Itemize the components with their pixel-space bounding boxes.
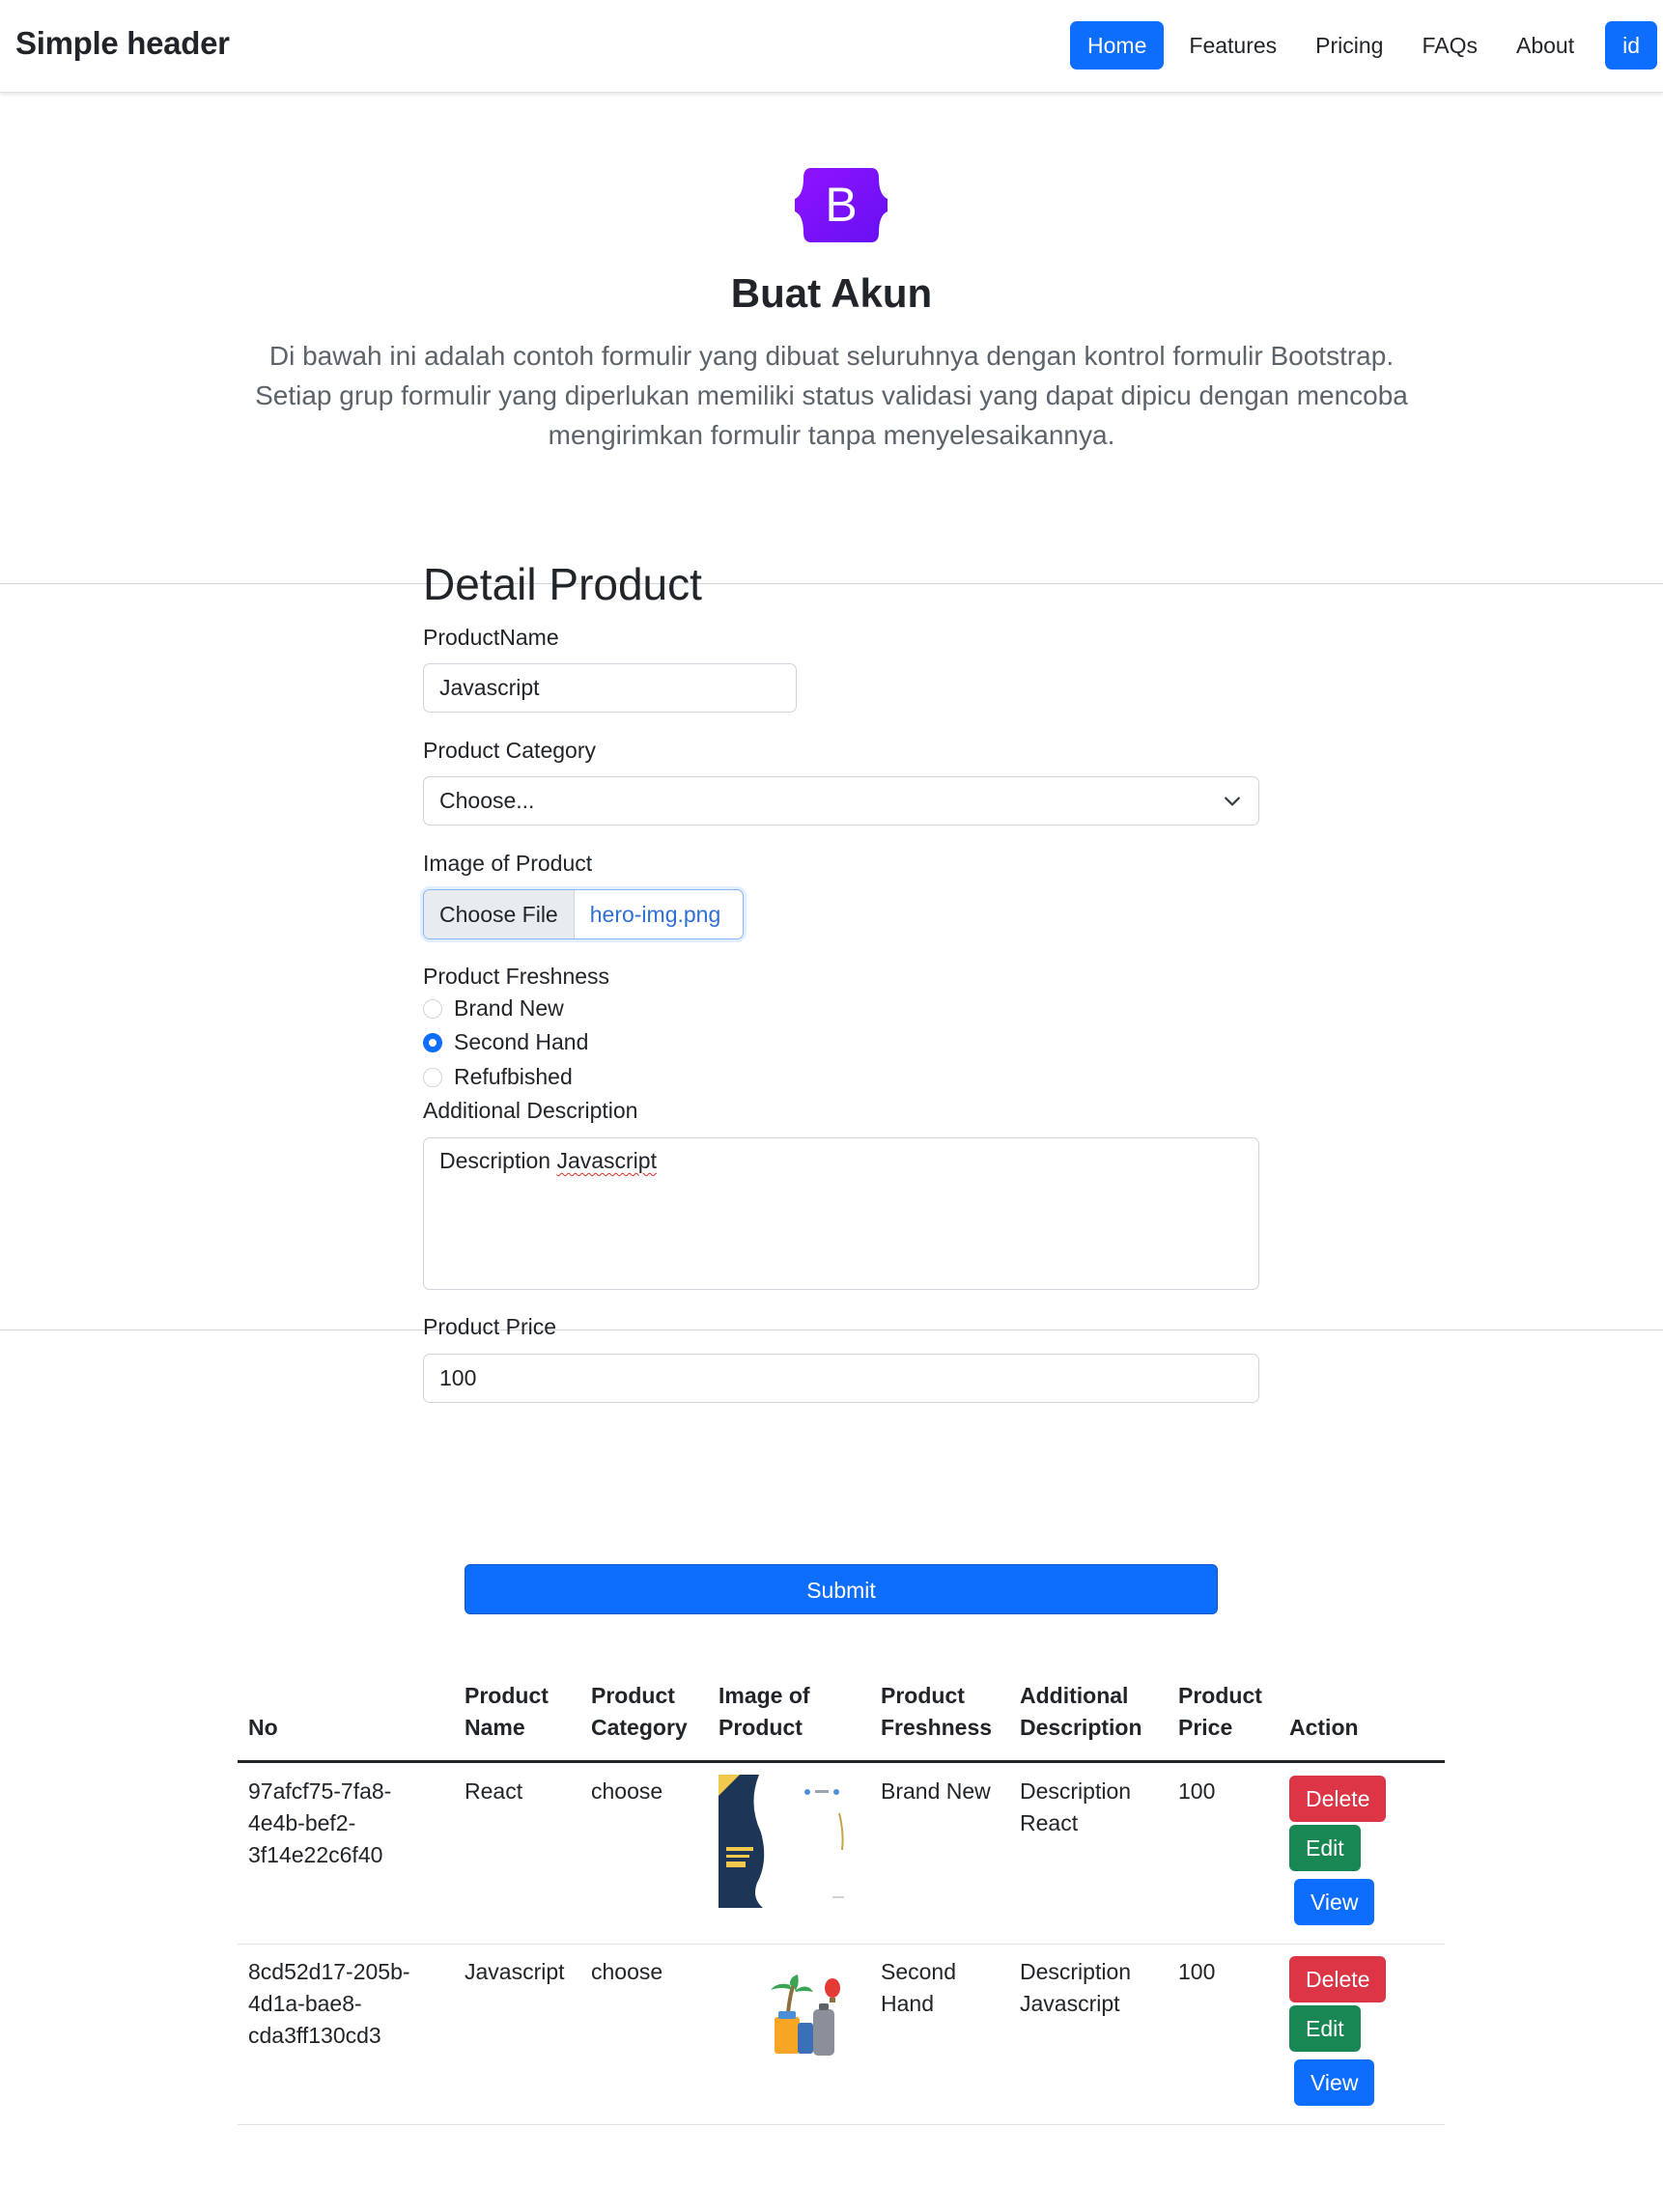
cell-product-price: 100 <box>1178 1959 1216 1984</box>
product-category-select[interactable]: Choose... <box>423 776 1259 826</box>
product-price-label: Product Price <box>423 1314 557 1339</box>
cell-product-name: Javascript <box>465 1959 565 1984</box>
product-price-input[interactable]: 100 <box>423 1354 1259 1403</box>
edit-button[interactable]: Edit <box>1289 1825 1361 1871</box>
view-button[interactable]: View <box>1294 2059 1375 2106</box>
header-action: Action <box>1289 1715 1359 1740</box>
header-product-name: Product Name <box>465 1683 549 1740</box>
category-selected-value: Choose... <box>439 788 535 813</box>
header-image-of-product: Image of Product <box>719 1683 810 1740</box>
submit-button[interactable]: Submit <box>465 1564 1218 1614</box>
bootstrap-logo-icon: B <box>795 168 888 242</box>
product-name-label: ProductName <box>423 625 559 650</box>
radio-refurbished[interactable]: Refufbished <box>423 1064 573 1090</box>
description-text-misspelled: Javascript <box>556 1148 657 1173</box>
cell-product-name: React <box>465 1778 523 1804</box>
header-product-category: Product Category <box>591 1683 688 1740</box>
delete-button[interactable]: Delete <box>1289 1776 1387 1822</box>
nav-pricing[interactable]: Pricing <box>1298 21 1400 70</box>
hero-title: Buat Akun <box>730 270 933 316</box>
product-image-file-input[interactable]: Choose File hero-img.png <box>423 889 744 939</box>
cell-product-price: 100 <box>1178 1778 1216 1804</box>
cell-no: 97afcf75-7fa8- 4e4b-bef2- 3f14e22c6f40 <box>248 1778 392 1867</box>
nav-features[interactable]: Features <box>1171 21 1294 70</box>
radio-label: Second Hand <box>454 1029 589 1054</box>
top-navbar: Simple header Home Features Pricing FAQs… <box>0 0 1663 93</box>
delete-button[interactable]: Delete <box>1289 1956 1387 2002</box>
header-product-price: Product Price <box>1178 1683 1262 1740</box>
nav-about[interactable]: About <box>1499 21 1592 70</box>
cell-no: 8cd52d17-205b- 4d1a-bae8- cda3ff130cd3 <box>248 1959 410 2048</box>
radio-second-hand[interactable]: Second Hand <box>423 1029 588 1055</box>
header-additional-description: Additional Description <box>1020 1683 1142 1740</box>
chevron-down-icon <box>1225 797 1240 806</box>
header-no: No <box>248 1715 278 1740</box>
radio-button-checked[interactable] <box>423 1032 442 1052</box>
header-product-freshness: Product Freshness <box>881 1683 993 1740</box>
radio-button[interactable] <box>423 998 442 1019</box>
row-divider <box>238 2124 1445 2125</box>
radio-brand-new[interactable]: Brand New <box>423 995 564 1022</box>
divider <box>0 583 1663 584</box>
cell-product-freshness: Brand New <box>881 1778 991 1804</box>
hero-lead: Di bawah ini adalah contoh formulir yang… <box>255 341 1408 450</box>
cell-product-category: choose <box>591 1778 663 1804</box>
choose-file-button[interactable]: Choose File <box>424 890 575 938</box>
edit-button[interactable]: Edit <box>1289 2005 1361 2052</box>
selected-file-name: hero-img.png <box>589 902 721 927</box>
additional-description-textarea[interactable]: Description Javascript <box>423 1137 1259 1290</box>
cell-product-freshness: Second Hand <box>881 1959 957 2016</box>
product-image-thumbnail <box>771 1974 840 2056</box>
cell-product-category: choose <box>591 1959 663 1984</box>
language-button[interactable]: id <box>1605 21 1657 70</box>
nav-home[interactable]: Home <box>1070 21 1165 70</box>
svg-text:B: B <box>825 178 857 232</box>
product-freshness-label: Product Freshness <box>423 964 610 989</box>
brand-title[interactable]: Simple header <box>15 25 230 62</box>
image-of-product-label: Image of Product <box>423 851 593 876</box>
cell-additional-description: Description React <box>1020 1778 1132 1835</box>
radio-label: Refufbished <box>454 1064 573 1089</box>
description-text: Description <box>439 1148 557 1173</box>
radio-label: Brand New <box>454 995 564 1021</box>
view-button[interactable]: View <box>1294 1879 1375 1925</box>
form-title: Detail Product <box>423 559 702 609</box>
table-header-divider <box>238 1760 1445 1763</box>
product-image-thumbnail <box>719 1775 851 1908</box>
additional-description-label: Additional Description <box>423 1098 638 1123</box>
product-name-input[interactable]: Javascript <box>423 663 797 713</box>
row-divider <box>238 1944 1445 1945</box>
radio-button[interactable] <box>423 1067 442 1087</box>
product-category-label: Product Category <box>423 738 596 763</box>
nav-faqs[interactable]: FAQs <box>1404 21 1495 70</box>
main-nav: Home Features Pricing FAQs About id <box>1066 21 1657 70</box>
cell-additional-description: Description Javascript <box>1020 1959 1132 2016</box>
